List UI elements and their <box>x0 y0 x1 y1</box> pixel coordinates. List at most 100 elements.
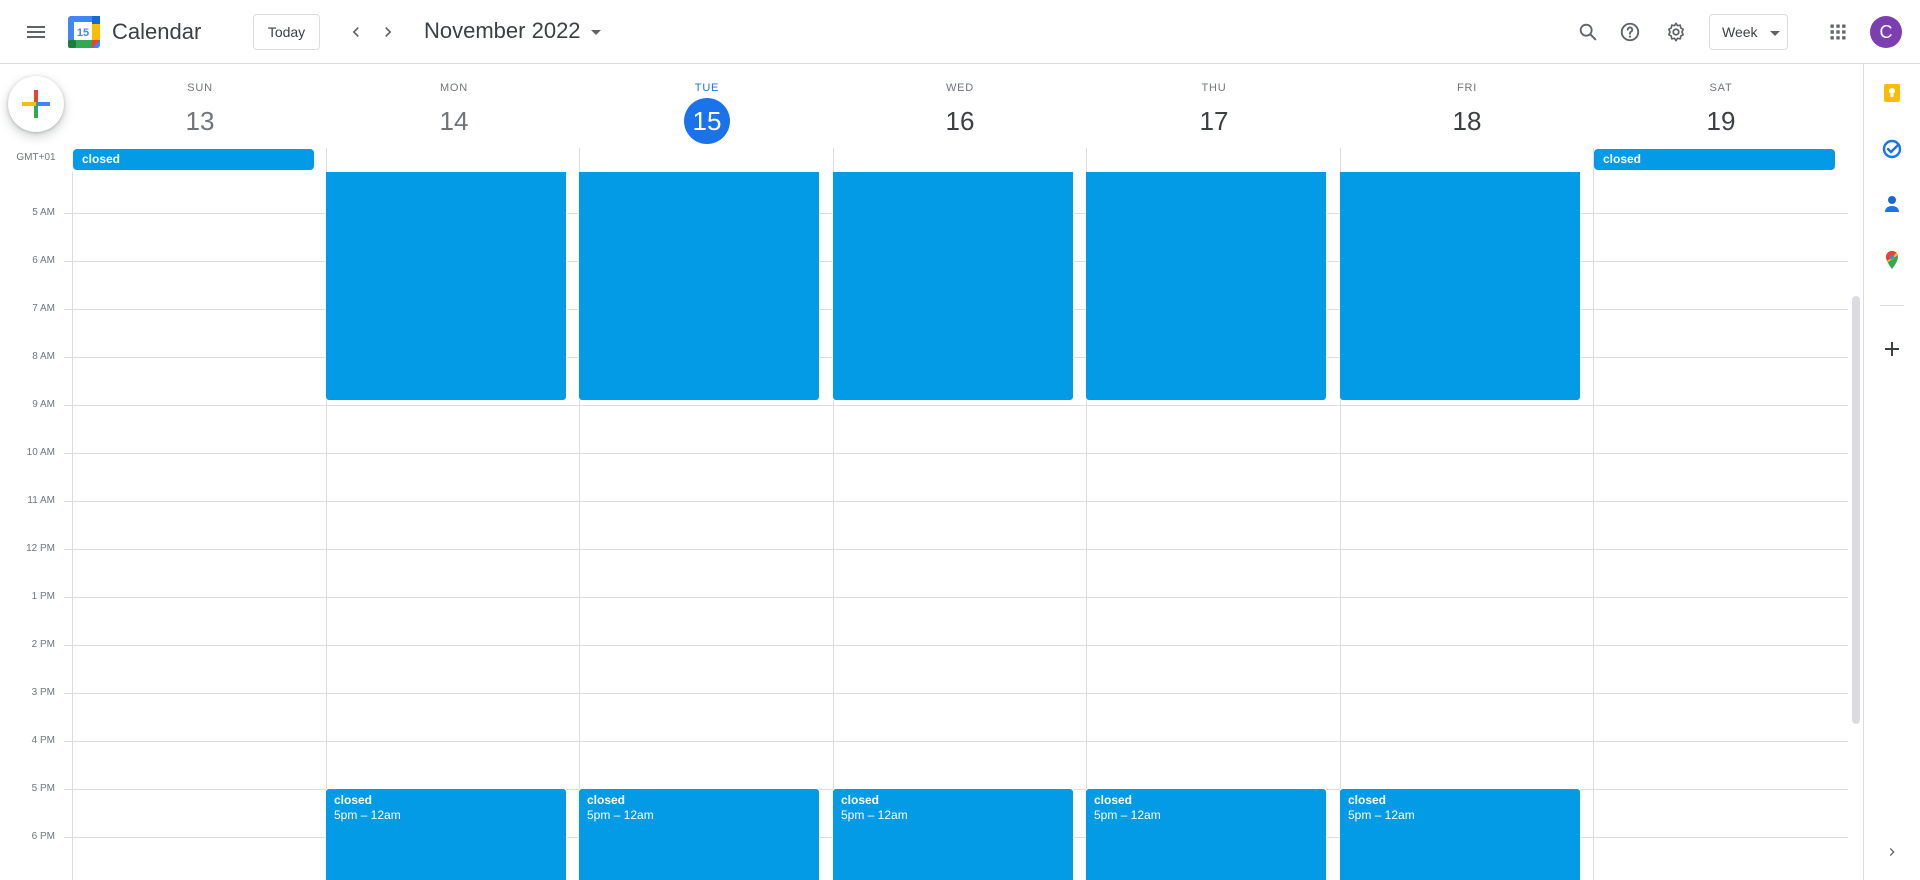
hour-label: 2 PM <box>31 639 55 650</box>
view-switcher[interactable]: Week <box>1709 14 1788 50</box>
add-icon <box>1885 342 1899 356</box>
support-button[interactable] <box>1610 12 1650 52</box>
keep-button[interactable] <box>1873 74 1911 112</box>
hour-label: 1 PM <box>31 591 55 602</box>
day-number[interactable]: 13 <box>177 98 223 144</box>
chevron-left-icon <box>352 27 359 37</box>
event-block[interactable] <box>1085 172 1327 401</box>
day-of-week: MON <box>439 82 469 94</box>
hour-label: 8 AM <box>32 351 55 362</box>
allday-event[interactable]: closed <box>73 149 314 170</box>
day-of-week: TUE <box>694 82 720 94</box>
day-number[interactable]: 17 <box>1191 98 1237 144</box>
hour-line <box>64 501 1848 502</box>
event-title: closed <box>587 793 626 807</box>
day-header-sat[interactable]: SAT 19 <box>1594 64 1848 148</box>
day-header-wed[interactable]: WED 16 <box>833 64 1087 148</box>
hour-label: 7 AM <box>32 303 55 314</box>
tasks-icon <box>1882 139 1902 159</box>
hour-label: 11 AM <box>27 495 55 506</box>
contacts-button[interactable] <box>1873 185 1911 223</box>
search-button[interactable] <box>1568 12 1608 52</box>
week-time-grid[interactable]: 5 AM 6 AM 7 AM 8 AM 9 AM 10 AM 11 AM 12 … <box>0 172 1848 880</box>
event-block[interactable] <box>578 172 820 401</box>
hour-label: 6 PM <box>31 831 55 842</box>
hour-label: 9 AM <box>32 399 55 410</box>
day-number[interactable]: 14 <box>431 98 477 144</box>
day-header-tue[interactable]: TUE 15 <box>580 64 834 148</box>
allday-event[interactable]: closed <box>1594 149 1835 170</box>
column-divider <box>1340 148 1341 172</box>
event-time: 5pm – 12am <box>587 808 654 822</box>
column-divider <box>72 172 73 880</box>
menu-icon <box>27 26 45 38</box>
today-button[interactable]: Today <box>253 14 320 50</box>
hour-label: 12 PM <box>26 543 55 554</box>
view-label: Week <box>1722 24 1758 40</box>
dropdown-arrow-icon <box>1769 31 1780 36</box>
previous-week-button[interactable] <box>340 16 372 48</box>
next-week-button[interactable] <box>372 16 404 48</box>
top-app-bar: 15 Calendar Today November 2022 Week C <box>0 0 1920 64</box>
day-of-week: WED <box>945 82 975 94</box>
month-title: November 2022 <box>424 18 581 43</box>
day-header-fri[interactable]: FRI 18 <box>1340 64 1594 148</box>
maps-button[interactable] <box>1873 241 1911 279</box>
day-number[interactable]: 18 <box>1444 98 1490 144</box>
hour-line <box>64 405 1848 406</box>
logo-number: 15 <box>77 27 89 39</box>
day-of-week: FRI <box>1456 82 1478 94</box>
event-time: 5pm – 12am <box>841 808 908 822</box>
day-header-thu[interactable]: THU 17 <box>1087 64 1341 148</box>
day-header-mon[interactable]: MON 14 <box>327 64 581 148</box>
account-avatar[interactable]: C <box>1870 16 1902 48</box>
hour-label: 10 AM <box>26 447 55 458</box>
search-icon <box>1579 23 1597 41</box>
event-time: 5pm – 12am <box>334 808 401 822</box>
event-block[interactable]: closed 5pm – 12am <box>1085 788 1327 880</box>
event-block[interactable]: closed 5pm – 12am <box>578 788 820 880</box>
day-of-week: SAT <box>1709 82 1733 94</box>
hour-line <box>64 549 1848 550</box>
day-number[interactable]: 16 <box>937 98 983 144</box>
month-title-picker[interactable]: November 2022 <box>424 18 601 44</box>
event-title: closed <box>1094 793 1133 807</box>
event-block[interactable] <box>325 172 567 401</box>
event-block[interactable]: closed 5pm – 12am <box>325 788 567 880</box>
day-header-sun[interactable]: SUN 13 <box>73 64 327 148</box>
google-apps-button[interactable] <box>1818 12 1858 52</box>
column-divider <box>579 148 580 172</box>
day-number[interactable]: 15 <box>684 98 730 144</box>
app-title: Calendar <box>112 19 202 44</box>
grid-scrollbar[interactable] <box>1852 296 1860 724</box>
tasks-button[interactable] <box>1873 130 1911 168</box>
get-add-ons-button[interactable] <box>1873 330 1911 368</box>
side-panel <box>1863 64 1920 880</box>
event-title: closed <box>334 793 373 807</box>
event-time: 5pm – 12am <box>1094 808 1161 822</box>
event-block[interactable]: closed 5pm – 12am <box>1339 788 1581 880</box>
settings-button[interactable] <box>1656 12 1696 52</box>
calendar-logo[interactable]: 15 <box>68 16 100 48</box>
side-panel-divider <box>1880 305 1904 306</box>
event-block[interactable]: closed 5pm – 12am <box>832 788 1074 880</box>
hour-label: 4 PM <box>31 735 55 746</box>
create-event-button[interactable] <box>8 76 64 132</box>
chevron-right-icon <box>385 27 392 37</box>
show-side-panel-button[interactable] <box>1873 833 1911 871</box>
event-title: closed <box>1348 793 1387 807</box>
event-block[interactable] <box>832 172 1074 401</box>
column-divider <box>833 148 834 172</box>
dropdown-arrow-icon <box>590 30 601 35</box>
column-divider <box>1593 172 1594 880</box>
day-number[interactable]: 19 <box>1698 98 1744 144</box>
column-divider <box>326 148 327 172</box>
event-block[interactable] <box>1339 172 1581 401</box>
maps-icon <box>1886 251 1898 269</box>
column-divider <box>1086 148 1087 172</box>
event-title: closed <box>841 793 880 807</box>
help-icon <box>1620 22 1640 42</box>
day-of-week: SUN <box>187 82 213 94</box>
calendar-logo-icon: 15 <box>68 16 100 48</box>
main-menu-button[interactable] <box>16 12 56 52</box>
